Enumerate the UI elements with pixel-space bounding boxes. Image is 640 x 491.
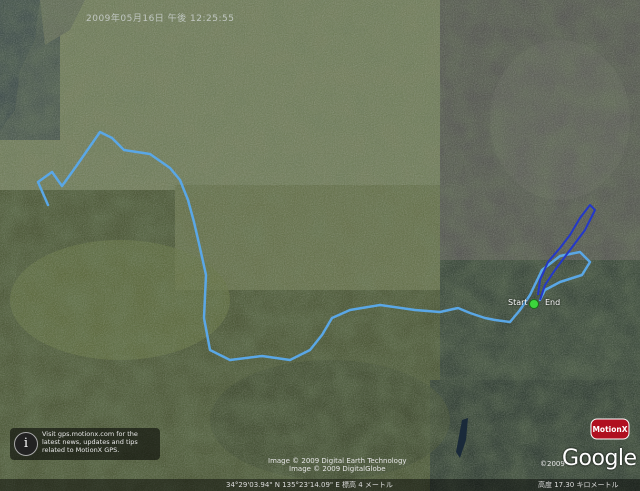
start-label: Start: [508, 298, 528, 307]
promo-text: Visit gps.motionx.com for the latest new…: [42, 430, 138, 454]
info-icon: i: [14, 432, 38, 456]
eye-altitude: 高度 17.30 キロメートル: [538, 481, 619, 489]
imagery-credits: Image © 2009 Digital Earth Technology Im…: [268, 457, 407, 473]
track-path: [36, 130, 592, 362]
gps-track: [36, 130, 596, 362]
google-logo: Google: [562, 446, 637, 471]
credit-line-1: Image © 2009 Digital Earth Technology: [268, 457, 407, 465]
map-view[interactable]: Start End 2009年05月16日 午後 12:25:55 i Visi…: [0, 0, 640, 491]
credit-line-2: Image © 2009 DigitalGlobe: [289, 465, 386, 473]
track-path-dark: [537, 204, 596, 301]
timestamp-caption: 2009年05月16日 午後 12:25:55: [86, 14, 235, 24]
motionx-logo-text: MotionX: [592, 425, 627, 434]
end-label: End: [545, 298, 561, 307]
status-bar: 34°29'03.94" N 135°23'14.09" E 標高 4 メートル…: [0, 479, 640, 491]
pointer-coordinates: 34°29'03.94" N 135°23'14.09" E 標高 4 メートル: [226, 481, 393, 489]
motionx-promo-box[interactable]: i Visit gps.motionx.com for the latest n…: [10, 428, 160, 460]
start-end-marker: [529, 299, 539, 309]
motionx-logo: MotionX: [590, 418, 630, 440]
